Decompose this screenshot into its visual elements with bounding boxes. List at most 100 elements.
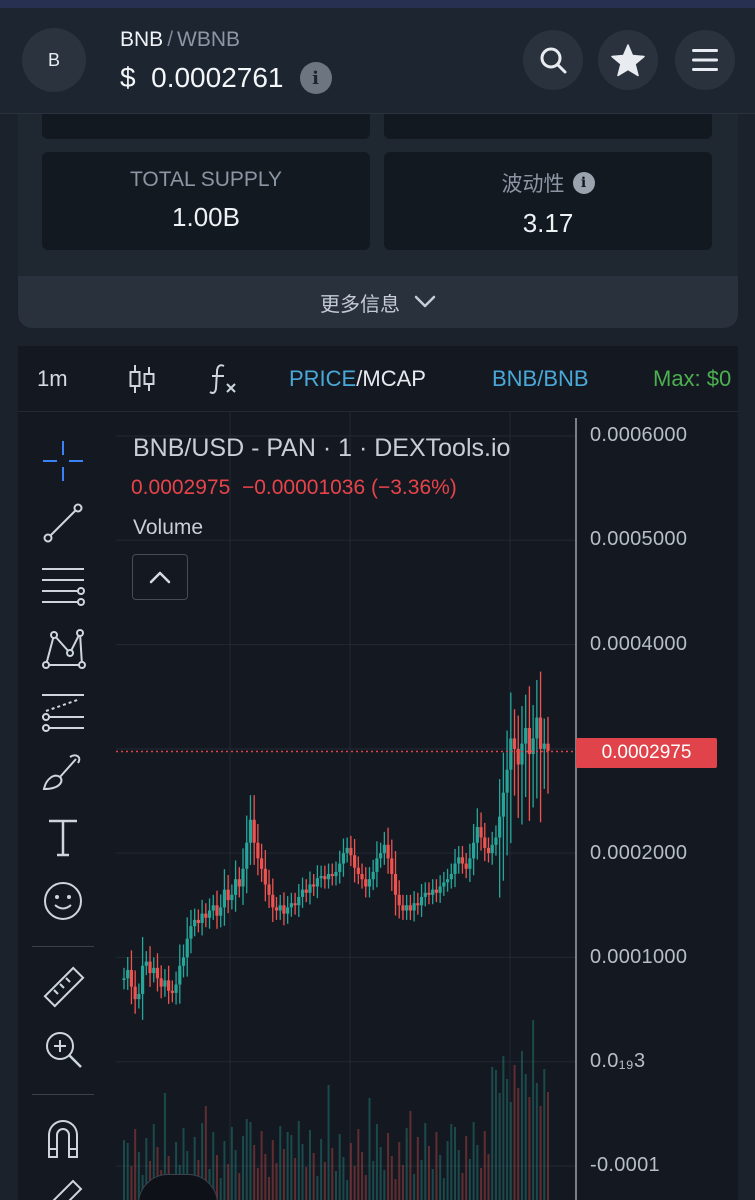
volume-bar bbox=[242, 1136, 245, 1200]
pair-currency-toggle[interactable]: BNB/BNB bbox=[492, 366, 589, 392]
ruler-icon bbox=[43, 966, 85, 1008]
smiley-icon bbox=[44, 882, 82, 920]
interval-selector[interactable]: 1m bbox=[37, 366, 68, 392]
total-supply-value: 1.00B bbox=[172, 202, 240, 232]
candle-body bbox=[155, 967, 160, 979]
candle-body bbox=[334, 871, 338, 877]
quote-symbol: WBNB bbox=[177, 28, 241, 51]
candle-body bbox=[468, 858, 472, 869]
volume-bar bbox=[134, 1129, 137, 1200]
tools-divider-2 bbox=[32, 1094, 94, 1095]
candle-body bbox=[501, 792, 505, 817]
candle-body bbox=[181, 957, 186, 966]
candle-body bbox=[535, 717, 539, 739]
volume-bar bbox=[301, 1144, 304, 1200]
volume-bar bbox=[364, 1175, 367, 1200]
candle-body bbox=[516, 748, 520, 765]
volume-bar bbox=[297, 1121, 300, 1200]
price-mcap-toggle[interactable]: PRICE/MCAP bbox=[289, 366, 426, 392]
candle-body bbox=[126, 969, 130, 979]
volume-bar bbox=[268, 1177, 271, 1200]
volume-bar bbox=[502, 1056, 505, 1200]
mcap-mode-label: MCAP bbox=[362, 366, 426, 391]
legend-collapse-button[interactable] bbox=[132, 554, 188, 600]
candle-body bbox=[475, 827, 479, 843]
y-tick-label: 0.0004000 bbox=[590, 633, 688, 655]
candle-body bbox=[233, 879, 238, 895]
text-icon bbox=[49, 819, 77, 857]
menu-button[interactable] bbox=[675, 30, 735, 90]
price-mode-label: PRICE bbox=[289, 366, 357, 391]
measure-tool[interactable] bbox=[38, 962, 88, 1012]
candle-body bbox=[289, 903, 293, 908]
volume-bar bbox=[487, 1154, 490, 1200]
y-tick-label: 0.0005000 bbox=[590, 528, 688, 550]
volume-bar bbox=[375, 1124, 378, 1200]
lock-drawing-tool[interactable] bbox=[38, 1174, 88, 1200]
candle-body bbox=[330, 874, 334, 877]
candle-body bbox=[490, 844, 494, 854]
volume-bar bbox=[253, 1145, 256, 1200]
price-info-icon[interactable]: i bbox=[299, 62, 332, 94]
volume-bar bbox=[379, 1147, 382, 1200]
favorite-button[interactable] bbox=[598, 30, 658, 90]
candle-body bbox=[412, 903, 416, 911]
more-info-button[interactable]: 更多信息 bbox=[18, 276, 738, 328]
volume-bar bbox=[439, 1155, 442, 1200]
trend-line-tool[interactable] bbox=[38, 498, 88, 548]
volume-bar bbox=[357, 1129, 360, 1200]
volume-bar bbox=[290, 1135, 293, 1200]
volume-bar bbox=[312, 1153, 315, 1200]
chevron-up-icon bbox=[149, 571, 171, 584]
volume-bar bbox=[245, 1119, 248, 1200]
magnet-tool[interactable] bbox=[38, 1112, 88, 1162]
candle-body bbox=[159, 978, 163, 987]
candle-body bbox=[178, 965, 182, 985]
volume-bar bbox=[372, 1161, 375, 1200]
price-value: $ 0.0002761 bbox=[120, 62, 284, 93]
volume-bar bbox=[509, 1102, 512, 1200]
prediction-icon bbox=[42, 694, 84, 732]
indicators-icon[interactable] bbox=[208, 362, 240, 396]
emoji-tool[interactable] bbox=[38, 876, 88, 926]
text-tool[interactable] bbox=[38, 812, 88, 862]
fib-lines-icon bbox=[42, 568, 85, 606]
candle-body bbox=[524, 728, 528, 744]
token-avatar[interactable]: B bbox=[22, 28, 86, 92]
candle-body bbox=[252, 819, 256, 843]
trend-line-icon bbox=[43, 503, 83, 543]
volume-bar bbox=[390, 1156, 393, 1200]
chart-floating-badge[interactable] bbox=[138, 1174, 218, 1200]
candle-body bbox=[319, 876, 323, 879]
volatility-info-icon[interactable]: i bbox=[572, 172, 595, 194]
candle-body bbox=[207, 910, 212, 918]
candlestick-type-icon[interactable] bbox=[128, 363, 156, 395]
volume-bar bbox=[435, 1132, 438, 1200]
search-button[interactable] bbox=[523, 30, 583, 90]
prediction-tool[interactable] bbox=[38, 686, 88, 736]
pattern-tool[interactable] bbox=[38, 624, 88, 674]
brush-tool[interactable] bbox=[38, 748, 88, 798]
volume-bar bbox=[256, 1168, 259, 1200]
crosshair-tool[interactable] bbox=[38, 436, 88, 486]
candle-body bbox=[509, 738, 513, 770]
candle-body bbox=[423, 892, 427, 897]
candlestick-series bbox=[122, 671, 550, 1020]
candle-body bbox=[293, 903, 297, 906]
volume-bar bbox=[506, 1079, 509, 1200]
pair-name: BNB / WBNB bbox=[120, 28, 240, 52]
volume-bar bbox=[286, 1132, 289, 1200]
candle-body bbox=[457, 857, 461, 864]
candle-body bbox=[356, 867, 360, 874]
token-stats-panel: TOTAL SUPPLY 1.00B 波动性 i 3.17 更多信息 bbox=[18, 114, 738, 328]
fib-retracement-tool[interactable] bbox=[38, 560, 88, 610]
zoom-tool[interactable] bbox=[38, 1024, 88, 1074]
max-value-label: Max: $0 bbox=[653, 366, 732, 391]
volume-bar bbox=[331, 1148, 334, 1200]
volatility-label-row: 波动性 i bbox=[384, 168, 712, 198]
candle-body bbox=[260, 858, 264, 869]
volume-bar bbox=[517, 1088, 520, 1200]
candle-body bbox=[486, 847, 491, 854]
candle-body bbox=[248, 819, 253, 843]
volume-bar bbox=[524, 1074, 527, 1200]
